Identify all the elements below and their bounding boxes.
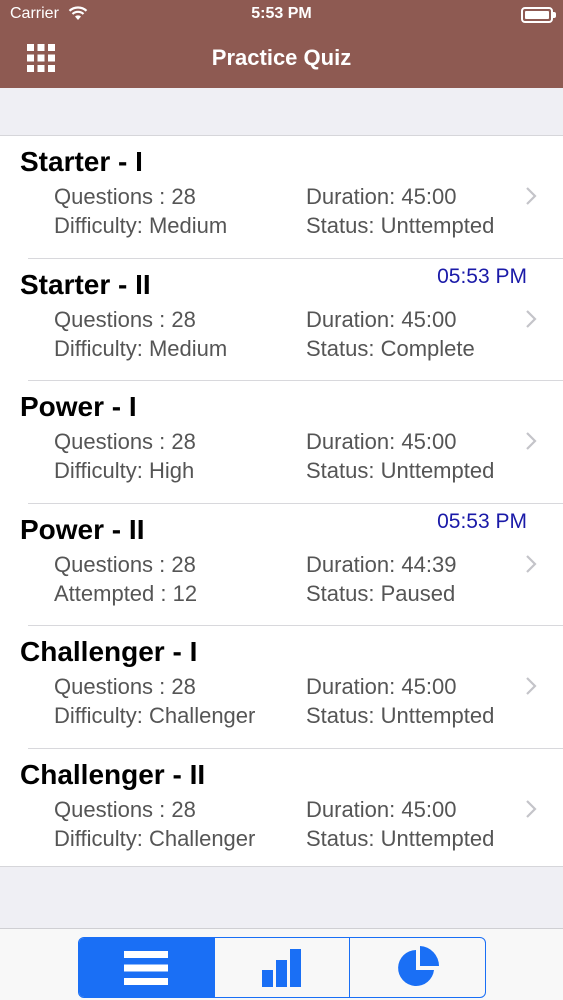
tab-bar-chart[interactable] xyxy=(215,938,351,997)
chevron-right-icon xyxy=(526,187,537,205)
tab-list[interactable] xyxy=(79,938,215,997)
quiz-questions: Questions : 28 xyxy=(54,429,196,454)
status-time: 5:53 PM xyxy=(251,5,312,22)
quiz-status: Status: Unttempted xyxy=(306,213,495,238)
list-icon xyxy=(124,950,169,985)
quiz-status: Status: Unttempted xyxy=(306,703,495,728)
quiz-difficulty: Difficulty: Challenger xyxy=(54,825,256,851)
quiz-title: Power - I xyxy=(20,391,137,422)
quiz-questions: Questions : 28 xyxy=(54,551,196,577)
quiz-questions: Questions : 28 xyxy=(54,674,196,699)
list-footer-spacer xyxy=(0,866,563,928)
page-title: Practice Quiz xyxy=(211,45,352,70)
quiz-status: Status: Complete xyxy=(306,335,475,361)
quiz-duration: Duration: 44:39 xyxy=(306,551,457,577)
quiz-difficulty: Difficulty: Medium xyxy=(54,213,228,238)
quiz-attempted: Attempted : 12 xyxy=(54,580,198,606)
pie-chart-icon xyxy=(397,945,439,986)
quiz-title: Starter - I xyxy=(20,146,143,177)
quiz-row-power-2[interactable]: Power - II 05:53 PM Questions : 28 Attem… xyxy=(0,503,563,626)
quiz-title: Power - II xyxy=(20,513,145,545)
quiz-row-challenger-1[interactable]: Challenger - I Questions : 28 Difficulty… xyxy=(0,626,563,749)
quiz-timestamp: 05:53 PM xyxy=(437,264,527,288)
quiz-difficulty: Difficulty: Medium xyxy=(54,335,228,361)
tab-pie-chart[interactable] xyxy=(350,938,485,997)
chevron-right-icon xyxy=(526,799,537,818)
quiz-duration: Duration: 45:00 xyxy=(306,796,457,822)
quiz-row-power-1[interactable]: Power - I Questions : 28 Difficulty: Hig… xyxy=(0,381,563,504)
quiz-title: Challenger - I xyxy=(20,636,198,667)
top-bar: Carrier 5:53 PM Practice Quiz xyxy=(0,0,563,88)
chevron-right-icon xyxy=(526,677,537,695)
chevron-right-icon xyxy=(526,554,537,573)
quiz-title: Starter - II xyxy=(20,268,151,300)
quiz-row-starter-2[interactable]: Starter - II 05:53 PM Questions : 28 Dif… xyxy=(0,258,563,381)
quiz-list: Starter - I Questions : 28 Difficulty: M… xyxy=(0,136,563,871)
tab-bar xyxy=(0,928,563,1000)
quiz-duration: Duration: 45:00 xyxy=(306,674,457,699)
quiz-timestamp: 05:53 PM xyxy=(437,509,527,533)
navigation-bar: Practice Quiz xyxy=(0,30,563,88)
quiz-status: Status: Unttempted xyxy=(306,458,495,483)
chevron-right-icon xyxy=(526,432,537,450)
status-bar: Carrier 5:53 PM xyxy=(0,0,563,30)
bar-chart-icon xyxy=(262,948,301,987)
quiz-duration: Duration: 45:00 xyxy=(306,184,457,209)
quiz-questions: Questions : 28 xyxy=(54,306,196,332)
chevron-right-icon xyxy=(526,309,537,328)
quiz-title: Challenger - II xyxy=(20,758,206,790)
quiz-duration: Duration: 45:00 xyxy=(306,429,457,454)
quiz-row-challenger-2[interactable]: Challenger - II Questions : 28 Difficult… xyxy=(0,748,563,871)
battery-icon xyxy=(521,7,556,23)
quiz-questions: Questions : 28 xyxy=(54,184,196,209)
quiz-row-starter-1[interactable]: Starter - I Questions : 28 Difficulty: M… xyxy=(0,136,563,259)
quiz-questions: Questions : 28 xyxy=(54,796,196,822)
quiz-difficulty: Difficulty: Challenger xyxy=(54,703,256,728)
quiz-status: Status: Unttempted xyxy=(306,825,495,851)
quiz-difficulty: Difficulty: High xyxy=(54,458,195,483)
quiz-status: Status: Paused xyxy=(306,580,456,606)
quiz-duration: Duration: 45:00 xyxy=(306,306,457,332)
view-segmented-control xyxy=(78,937,486,998)
list-header-spacer xyxy=(0,88,563,136)
